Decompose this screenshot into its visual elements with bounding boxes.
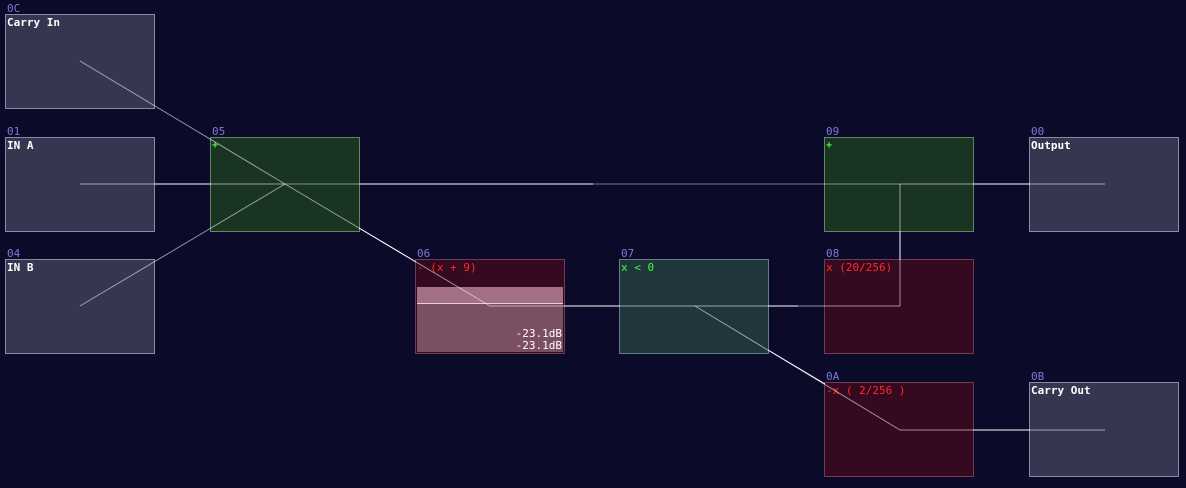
- node-id: 00: [1031, 125, 1045, 138]
- node-id: 09: [826, 125, 840, 138]
- node-label: Carry Out: [1031, 384, 1091, 397]
- node-mul-carry[interactable]: 0A -x ( 2/256 ): [824, 371, 974, 477]
- meter-value-bottom: -23.1dB: [515, 339, 562, 352]
- node-label: Output: [1031, 139, 1071, 152]
- wire-layer: [79, 60, 1105, 431]
- node-id: 01: [7, 125, 21, 138]
- node-id: 08: [826, 247, 840, 260]
- node-id: 04: [7, 247, 21, 260]
- node-label: +: [212, 140, 219, 151]
- node-label: -x ( 2/256 ): [826, 384, 906, 397]
- node-output[interactable]: 00 Output: [1029, 126, 1179, 232]
- node-in-a[interactable]: 01 IN A: [5, 126, 155, 232]
- node-add-out[interactable]: 09 +: [824, 126, 974, 232]
- node-id: 0C: [7, 2, 21, 15]
- node-label: IN B: [7, 261, 34, 274]
- node-mul-scale[interactable]: 08 x (20/256): [824, 248, 974, 354]
- node-label: Carry In: [7, 16, 60, 29]
- node-add-ab[interactable]: 05 +: [210, 126, 360, 232]
- node-id: 07: [621, 247, 635, 260]
- node-carry-out[interactable]: 0B Carry Out: [1029, 371, 1179, 477]
- node-compare[interactable]: 07 x < 0: [619, 248, 769, 354]
- node-in-b[interactable]: 04 IN B: [5, 248, 155, 354]
- level-meter-track: [417, 287, 563, 304]
- node-carry-in[interactable]: 0C Carry In: [5, 3, 155, 109]
- node-id: 0A: [826, 370, 840, 383]
- node-mul-neg[interactable]: 06 - (x + 9) -23.1dB -23.1dB: [415, 248, 565, 354]
- node-id: 05: [212, 125, 226, 138]
- node-label: x < 0: [621, 261, 655, 274]
- node-label: x (20/256): [826, 261, 893, 274]
- node-id: 06: [417, 247, 431, 260]
- node-label: - (x + 9): [417, 261, 477, 274]
- node-label: IN A: [7, 139, 34, 152]
- node-id: 0B: [1031, 370, 1045, 383]
- node-label: +: [826, 140, 833, 151]
